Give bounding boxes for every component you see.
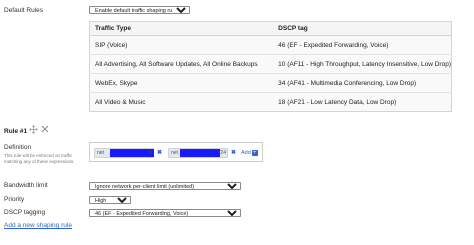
dscp-tag-cell: 18 (AF21 - Low Latency Data, Low Drop): [273, 92, 452, 112]
rule-title: Rule #1: [4, 128, 28, 135]
plus-icon: +: [251, 150, 258, 156]
dscp-tagging-label: DSCP tagging: [4, 209, 46, 216]
dscp-tagging-select[interactable]: 46 (EF - Expedited Forwarding, Voice): [89, 209, 241, 217]
default-rules-select[interactable]: Enable default traffic shaping rules: [89, 6, 190, 14]
add-definition-button[interactable]: Add +: [241, 148, 258, 158]
header-traffic-type: Traffic Type: [89, 21, 274, 36]
chip-suffix: /24: [219, 150, 226, 156]
definition-label: Definition: [4, 144, 32, 151]
header-dscp-tag: DSCP tag: [273, 21, 452, 36]
traffic-type-cell: WebEx, Skype: [89, 73, 274, 93]
default-rules-label: Default Rules: [4, 7, 44, 14]
table-row: WebEx, Skype 34 (AF41 - Multimedia Confe…: [89, 73, 452, 93]
traffic-type-cell: All Advertising, All Software Updates, A…: [89, 54, 274, 74]
dscp-tag-cell: 46 (EF - Expedited Forwarding, Voice): [273, 35, 452, 55]
chip-suffix: 1: [149, 150, 152, 156]
priority-select[interactable]: High: [89, 196, 131, 204]
bandwidth-limit-select[interactable]: Ignore network per-client limit (unlimit…: [89, 182, 241, 190]
default-rules-table: Traffic Type DSCP tag SIP (Voice) 46 (EF…: [89, 21, 452, 112]
table-row: All Video & Music 18 (AF21 - Low Latency…: [89, 92, 452, 112]
move-handle-icon[interactable]: [29, 125, 38, 134]
chip-prefix: net: [171, 150, 178, 156]
definition-help-text: This rule will be enforced on traffic ma…: [4, 153, 75, 165]
dscp-tag-cell: 10 (AF11 - High Throughput, Latency Inse…: [273, 54, 452, 74]
remove-chip-icon[interactable]: ✖: [231, 149, 236, 157]
redaction-block: [180, 149, 220, 157]
traffic-type-cell: All Video & Music: [89, 92, 274, 112]
definition-chip: net /24: [168, 148, 228, 158]
chip-prefix: net: [97, 150, 104, 156]
redaction-block: [110, 149, 154, 157]
table-row: SIP (Voice) 46 (EF - Expedited Forwardin…: [89, 35, 452, 55]
definition-chip: net 1: [94, 148, 154, 158]
delete-rule-icon[interactable]: [41, 125, 49, 133]
dscp-tag-cell: 34 (AF41 - Multimedia Conferencing, Low …: [273, 73, 452, 93]
table-row: All Advertising, All Software Updates, A…: [89, 54, 452, 74]
priority-label: Priority: [4, 196, 25, 203]
add-shaping-rule-link[interactable]: Add a new shaping rule: [4, 222, 72, 229]
table-header-row: Traffic Type DSCP tag: [89, 21, 452, 36]
add-definition-label: Add: [241, 150, 251, 156]
traffic-type-cell: SIP (Voice): [89, 35, 274, 55]
definition-input[interactable]: net 1 ✖ net /24 ✖ Add +: [89, 142, 263, 162]
remove-chip-icon[interactable]: ✖: [157, 149, 162, 157]
bandwidth-limit-label: Bandwidth limit: [4, 182, 48, 189]
